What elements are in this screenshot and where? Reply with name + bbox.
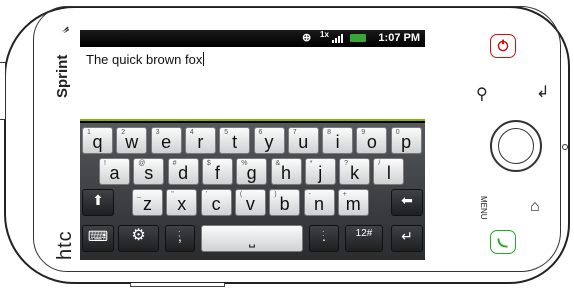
key-label: o	[366, 132, 377, 152]
key-z[interactable]: _ z	[132, 189, 163, 216]
key-o[interactable]: 9o	[356, 127, 388, 154]
key-label: l	[386, 163, 391, 183]
key-k[interactable]: ? k	[339, 158, 371, 185]
key-label: r	[197, 132, 204, 152]
key-s[interactable]: @ s	[133, 158, 165, 185]
clock: 1:07 PM	[378, 32, 420, 44]
space-key[interactable]: ⎵	[201, 225, 303, 252]
carrier-logo: Sprint	[54, 54, 71, 98]
volume-button[interactable]	[0, 62, 6, 120]
sprint-logo-icon	[61, 26, 70, 34]
key-x[interactable]: " x	[166, 189, 198, 216]
key-d[interactable]: # d	[167, 158, 199, 185]
key-g[interactable]: % g	[236, 158, 268, 185]
key-b[interactable]: ) b	[269, 189, 301, 216]
keyboard-toggle-key[interactable]: ⌨	[82, 225, 114, 252]
colon-period-key[interactable]: : .	[309, 225, 339, 252]
bottom-port	[130, 283, 225, 287]
key-c[interactable]: ' c	[200, 189, 232, 216]
call-button[interactable]	[490, 230, 516, 254]
back-icon[interactable]: ↲	[536, 82, 549, 102]
key-label: d	[178, 163, 189, 183]
enter-key[interactable]: ↵	[391, 225, 423, 252]
end-call-button[interactable]	[490, 34, 516, 58]
menu-button[interactable]: MENU	[479, 196, 488, 220]
key-label: v	[245, 194, 255, 214]
key-y[interactable]: 6y	[253, 127, 285, 154]
power-icon	[497, 39, 509, 52]
key-label: s	[144, 163, 154, 183]
key-label: i	[335, 132, 340, 152]
key-f[interactable]: $ f	[201, 158, 233, 185]
key-p[interactable]: 0p	[390, 127, 422, 154]
key-label: m	[345, 194, 361, 214]
battery-icon	[350, 34, 366, 42]
key-q[interactable]: 1q	[82, 127, 113, 154]
key-label: a	[109, 163, 120, 183]
key-label: g	[246, 163, 257, 183]
text-input-value: The quick brown fox	[86, 52, 205, 67]
backspace-key[interactable]: ⬅	[391, 189, 423, 216]
key-l[interactable]: / l	[373, 158, 405, 185]
key-label: c	[211, 194, 221, 214]
phone-icon	[497, 238, 508, 248]
network-type: 1x	[320, 30, 329, 39]
key-e[interactable]: 3e	[150, 127, 182, 154]
key-label: p	[401, 132, 412, 152]
key-n[interactable]: -n	[303, 189, 335, 216]
led-dot	[562, 144, 568, 150]
key-h[interactable]: & h	[270, 158, 302, 185]
screen: ⊕ 1x 1:07 PM The quick brown fox ⬆ ⬅ ⌨ ⚙…	[80, 30, 425, 260]
key-label: y	[264, 132, 274, 152]
home-icon[interactable]: ⌂	[530, 198, 540, 216]
trackball-center[interactable]	[498, 128, 534, 164]
key-label: k	[350, 163, 360, 183]
key-label: q	[92, 132, 103, 152]
key-label: w	[125, 132, 139, 152]
key-label: h	[280, 163, 291, 183]
key-t[interactable]: 5t	[219, 127, 251, 154]
key-label: u	[298, 132, 309, 152]
key-m[interactable]: + m	[337, 189, 369, 216]
key-label: z	[143, 194, 152, 214]
status-bar: ⊕ 1x 1:07 PM	[80, 30, 425, 46]
key-label: j	[318, 163, 323, 183]
key-label: f	[214, 163, 220, 183]
key-r[interactable]: 4r	[184, 127, 216, 154]
numbers-key[interactable]: 12#	[345, 225, 383, 252]
semicolon-comma-key[interactable]: ; ,	[165, 225, 195, 252]
key-i[interactable]: 8i	[322, 127, 354, 154]
soft-keyboard: ⬆ ⬅ ⌨ ⚙ ; , ⎵ : . 12# ↵ 1q2w3e4r5t6y7u8i…	[80, 123, 425, 260]
search-icon[interactable]: ⚲	[476, 84, 488, 104]
settings-key[interactable]: ⚙	[118, 225, 159, 252]
key-label: e	[161, 132, 172, 152]
key-label: x	[177, 194, 187, 214]
gps-icon: ⊕	[302, 32, 312, 44]
signal-icon	[332, 34, 343, 43]
text-cursor	[203, 52, 205, 66]
key-a[interactable]: ! a	[99, 158, 130, 185]
key-j[interactable]: * j	[304, 158, 336, 185]
text-input[interactable]: The quick brown fox	[80, 47, 425, 121]
key-w[interactable]: 2w	[116, 127, 148, 154]
shift-key[interactable]: ⬆	[82, 189, 114, 216]
key-label: n	[313, 194, 324, 214]
trackball[interactable]	[490, 120, 542, 172]
key-label: t	[232, 132, 238, 152]
key-u[interactable]: 7u	[287, 127, 319, 154]
key-v[interactable]: (v	[234, 189, 266, 216]
brand-logo: htc	[54, 230, 76, 260]
key-label: b	[279, 194, 290, 214]
